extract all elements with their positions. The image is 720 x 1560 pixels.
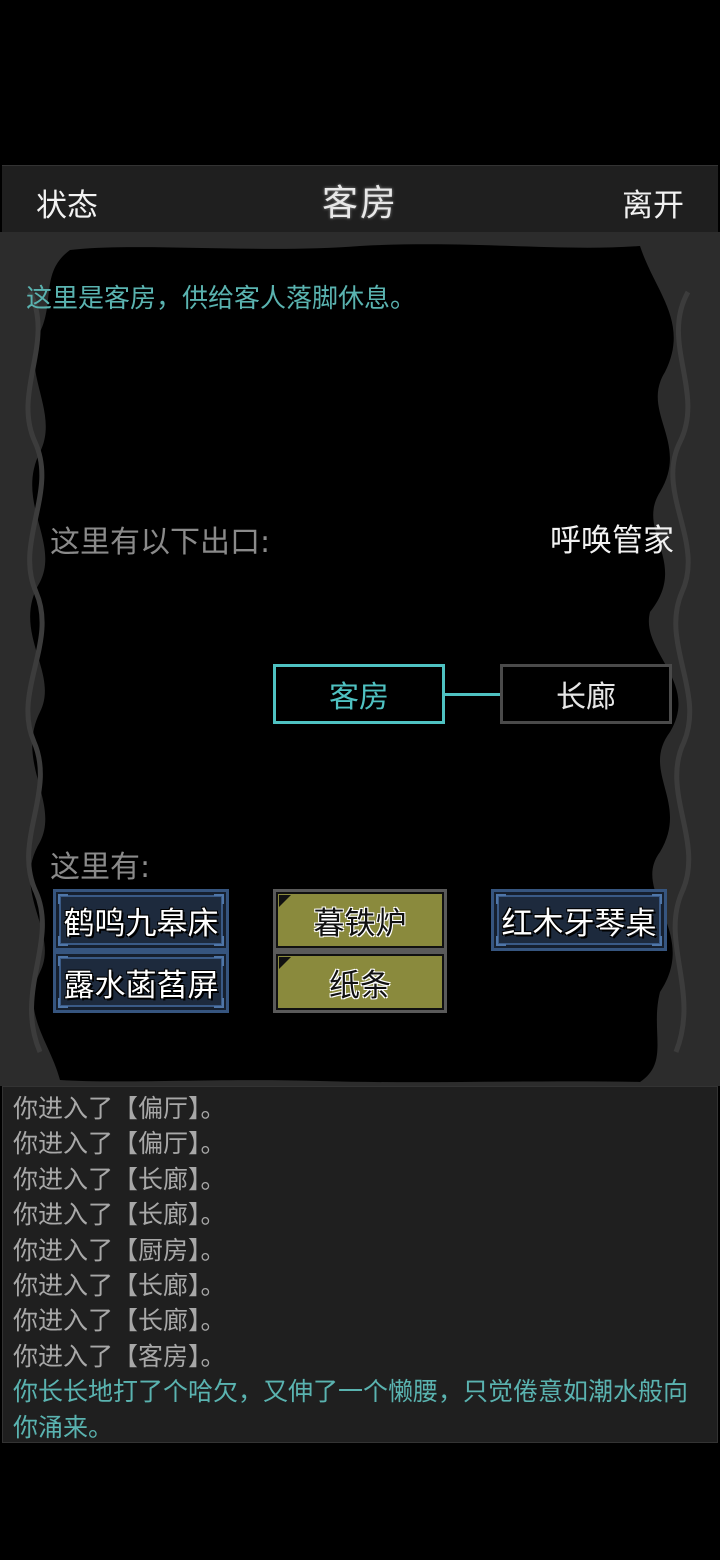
message-log[interactable]: 你进入了【偏厅】。 你进入了【偏厅】。 你进入了【长廊】。 你进入了【长廊】。 … <box>2 1086 718 1443</box>
log-line: 你进入了【长廊】。 <box>13 1200 226 1230</box>
map-node-current-room[interactable]: 客房 <box>273 664 445 724</box>
npc-item-lotus-screen[interactable]: 露水菡萏屏 <box>53 951 229 1013</box>
log-line: 你进入了【长廊】。 <box>13 1164 226 1194</box>
log-line-latest: 你长长地打了个哈欠，又伸了一个懒腰，只觉倦意如潮水般向你涌来。 <box>13 1377 689 1442</box>
item-label: 纸条 <box>329 967 391 1004</box>
item-label: 红木牙琴桌 <box>501 905 657 942</box>
room-description: 这里是客房，供给客人落脚休息。 <box>26 284 417 314</box>
map-node-corridor[interactable]: 长廊 <box>500 664 672 724</box>
item-label: 暮铁炉 <box>313 905 407 942</box>
item-label: 鹤鸣九皋床 <box>63 905 219 942</box>
leave-button[interactable]: 离开 <box>622 180 684 225</box>
room-title: 客房 <box>321 183 398 224</box>
top-bar: 状态 客房 离开 <box>2 165 718 233</box>
item-label: 露水菡萏屏 <box>63 967 219 1004</box>
exits-label: 这里有以下出口: <box>50 525 271 560</box>
object-item-note[interactable]: 纸条 <box>273 951 447 1013</box>
items-here-label: 这里有: <box>50 850 151 885</box>
summon-butler-button[interactable]: 呼唤管家 <box>550 515 674 560</box>
log-line: 你进入了【长廊】。 <box>13 1306 226 1336</box>
npc-item-crane-bed[interactable]: 鹤鸣九皋床 <box>53 889 229 951</box>
log-line: 你进入了【厨房】。 <box>13 1235 226 1265</box>
log-line: 你进入了【客房】。 <box>13 1341 226 1371</box>
scene-panel: 这里是客房，供给客人落脚休息。 这里有以下出口: 呼唤管家 客房 长廊 这里有:… <box>0 232 720 1086</box>
object-item-iron-stove[interactable]: 暮铁炉 <box>273 889 447 951</box>
log-line: 你进入了【长廊】。 <box>13 1271 226 1301</box>
npc-item-rosewood-table[interactable]: 红木牙琴桌 <box>491 889 667 951</box>
log-line: 你进入了【偏厅】。 <box>13 1094 226 1123</box>
game-screen: 状态 客房 离开 这里是客房，供给客人落脚休息。 这里有以下出口: 呼唤管家 客… <box>0 0 720 1560</box>
log-line: 你进入了【偏厅】。 <box>13 1129 226 1159</box>
map-connection-line <box>445 693 500 696</box>
